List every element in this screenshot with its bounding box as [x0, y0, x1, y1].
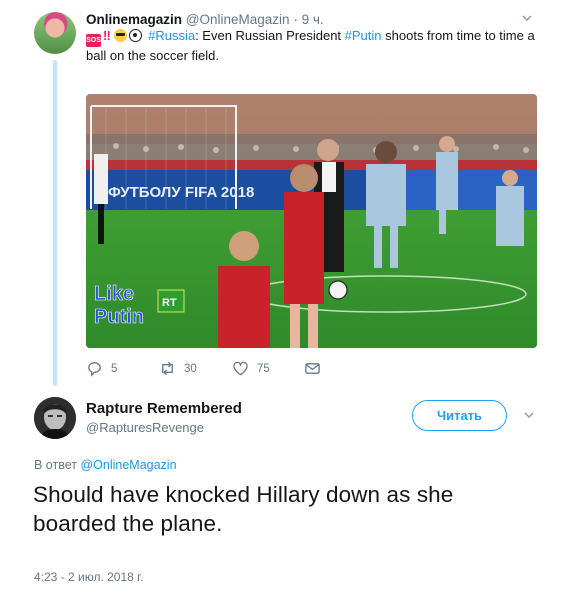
reply-count: 5 — [111, 362, 118, 375]
sunglasses-face-icon — [114, 29, 128, 42]
tweet-text: SOS ‼ #Russia: Even Russian President #Pu… — [86, 27, 546, 65]
reply-author-name[interactable]: Rapture Remembered — [86, 400, 242, 417]
tweet-header: Onlinemagazin @OnlineMagazin · 9 ч. — [86, 11, 324, 28]
tweet-time[interactable]: 9 ч. — [302, 12, 324, 27]
reply-author-handle[interactable]: @RapturesRevenge — [86, 420, 204, 435]
thread-line — [53, 60, 57, 386]
like-count: 75 — [257, 362, 270, 375]
rt-logo-text: RT — [162, 297, 177, 309]
chevron-down-icon[interactable] — [524, 410, 534, 420]
reply-tweet: Rapture Remembered @RapturesRevenge Чита… — [0, 392, 572, 592]
tweet-video[interactable]: ФУТБОЛУ FIFA 2018 Like Putin RT — [86, 94, 537, 348]
soccer-ball-icon — [129, 29, 143, 42]
video-overlay-line2: Putin — [94, 306, 144, 328]
author-name[interactable]: Onlinemagazin — [86, 12, 182, 27]
chevron-down-icon[interactable] — [522, 13, 532, 23]
replying-to-link[interactable]: @OnlineMagazin — [80, 458, 176, 472]
author-avatar[interactable] — [34, 12, 76, 54]
replying-to: В ответ @OnlineMagazin — [34, 458, 177, 472]
follow-button[interactable]: Читать — [412, 400, 507, 431]
tweet-text-part1: : Even Russian President — [195, 28, 345, 43]
video-overlay-line1: Like — [94, 283, 134, 305]
original-tweet: Onlinemagazin @OnlineMagazin · 9 ч. SOS ‼… — [0, 0, 572, 392]
sos-icon: SOS — [86, 34, 101, 47]
author-handle[interactable]: @OnlineMagazin — [186, 12, 290, 27]
retweet-action[interactable]: 30 — [159, 360, 197, 377]
envelope-icon — [305, 363, 320, 374]
hashtag-putin-link[interactable]: #Putin — [345, 28, 382, 43]
video-banner-text: ФУТБОЛУ FIFA 2018 — [108, 184, 254, 201]
separator-dot: · — [293, 12, 298, 27]
replying-prefix: В ответ — [34, 458, 77, 472]
double-exclamation-icon: ‼ — [103, 28, 111, 43]
hashtag-russia-link[interactable]: #Russia — [148, 28, 195, 43]
like-action[interactable]: 75 — [232, 360, 270, 377]
reply-author-avatar[interactable] — [34, 397, 76, 439]
retweet-count: 30 — [184, 362, 197, 375]
retweet-icon — [162, 361, 173, 376]
reply-icon — [88, 362, 101, 377]
direct-message-action[interactable] — [304, 360, 321, 377]
heart-icon — [233, 361, 248, 376]
reply-action[interactable]: 5 — [86, 360, 117, 377]
reply-timestamp[interactable]: 4:23 - 2 июл. 2018 г. — [34, 570, 143, 584]
reply-text: Should have knocked Hillary down as she … — [33, 482, 454, 536]
